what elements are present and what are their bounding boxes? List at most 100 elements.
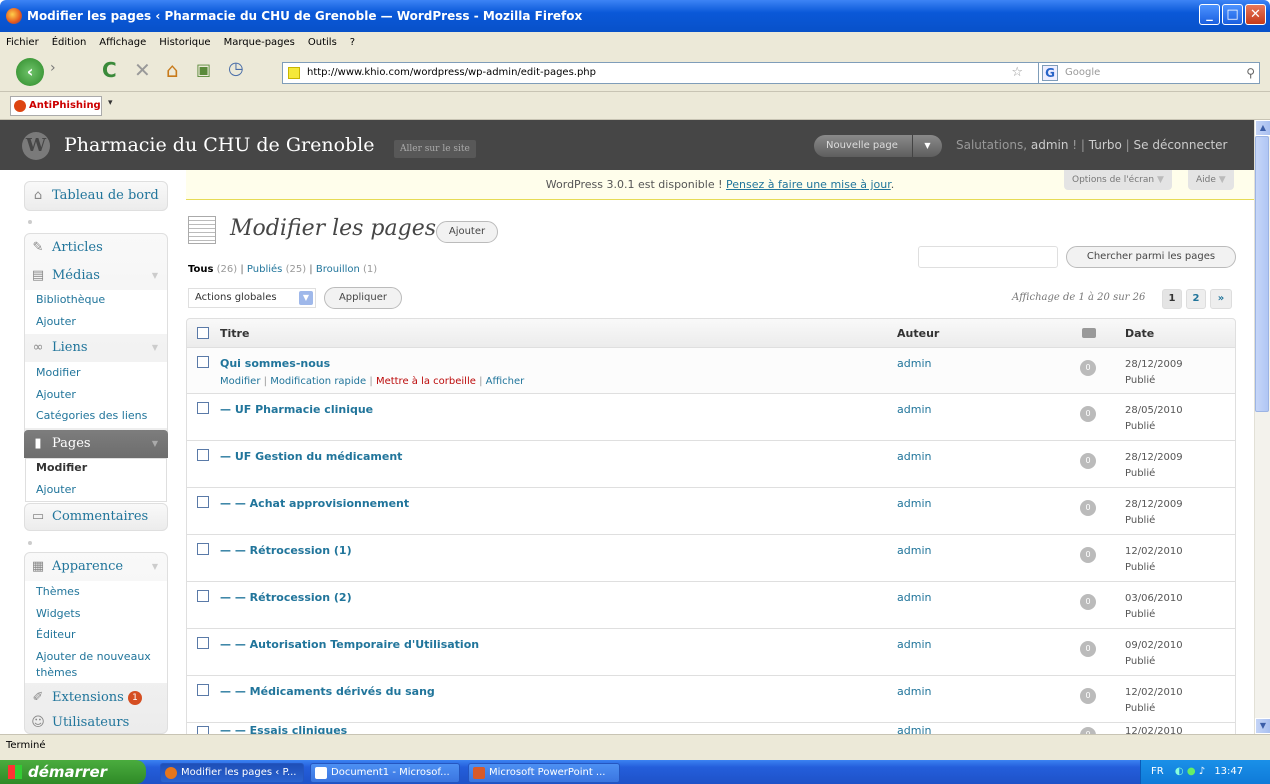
search-pages-button[interactable]: Chercher parmi les pages	[1066, 246, 1236, 268]
filter-published[interactable]: Publiés	[247, 264, 282, 275]
bulk-actions-select[interactable]: Actions globales ▼	[188, 288, 316, 308]
page-title-link[interactable]: — UF Pharmacie clinique	[220, 403, 373, 416]
table-row[interactable]: — — Achat approvisionnement admin 0 28/1…	[186, 488, 1236, 535]
sidebar-item-add-themes-line2[interactable]: thèmes	[36, 666, 77, 679]
select-all-checkbox[interactable]	[197, 327, 209, 339]
sidebar-item-pages[interactable]: ▮ Pages ▼	[24, 430, 168, 458]
taskbar-item-word[interactable]: Document1 - Microsof...	[310, 763, 460, 783]
menu-marque-pages[interactable]: Marque-pages	[224, 37, 295, 48]
turbo-link[interactable]: Turbo	[1089, 138, 1122, 152]
reload-icon[interactable]: C	[102, 58, 117, 82]
chevron-down-icon[interactable]: ▼	[152, 553, 158, 581]
page-title-link[interactable]: — — Rétrocession (2)	[220, 591, 352, 604]
menu-fichier[interactable]: Fichier	[6, 37, 39, 48]
comment-count-badge[interactable]: 0	[1080, 594, 1096, 610]
table-row[interactable]: Qui sommes-nous Modifier | Modification …	[186, 348, 1236, 394]
author-link[interactable]: admin	[897, 403, 931, 416]
sidebar-item-extensions[interactable]: ✐ Extensions 1	[24, 684, 168, 712]
url-bar[interactable]: http://www.khio.com/wordpress/wp-admin/e…	[282, 62, 1042, 84]
sidebar-item-utilisateurs[interactable]: ☺ Utilisateurs	[24, 712, 168, 734]
row-checkbox[interactable]	[197, 402, 209, 414]
menu-historique[interactable]: Historique	[159, 37, 210, 48]
bookmark-add-icon[interactable]: ▣	[196, 60, 211, 79]
page-title-link[interactable]: — — Achat approvisionnement	[220, 497, 409, 510]
table-row[interactable]: — — Médicaments dérivés du sang admin 0 …	[186, 676, 1236, 723]
update-link[interactable]: Pensez à faire une mise à jour	[726, 178, 891, 191]
google-icon[interactable]: G	[1042, 65, 1058, 81]
page-title-link[interactable]: — UF Gestion du médicament	[220, 450, 402, 463]
author-link[interactable]: admin	[897, 357, 931, 370]
row-checkbox[interactable]	[197, 496, 209, 508]
chevron-down-icon[interactable]: ▼	[152, 262, 158, 290]
logout-link[interactable]: Se déconnecter	[1134, 138, 1228, 152]
wordpress-logo-icon[interactable]: W	[22, 132, 50, 160]
trash-link[interactable]: Mettre à la corbeille	[376, 376, 476, 387]
row-checkbox[interactable]	[197, 726, 209, 734]
scrollbar-thumb[interactable]	[1255, 136, 1269, 412]
sidebar-item-ajouter-lien[interactable]: Ajouter	[36, 388, 76, 401]
next-page-link[interactable]: »	[1210, 289, 1232, 309]
scroll-up-icon[interactable]: ▲	[1255, 120, 1270, 136]
user-link[interactable]: admin	[1031, 138, 1069, 152]
antiphishing-dropdown-icon[interactable]: ▾	[108, 98, 113, 108]
row-checkbox[interactable]	[197, 356, 209, 368]
page-title-link[interactable]: — — Rétrocession (1)	[220, 544, 352, 557]
page-title-link[interactable]: — — Essais cliniques	[220, 724, 347, 734]
sidebar-item-medias[interactable]: ▤ Médias ▼	[24, 262, 168, 290]
page-title-link[interactable]: — — Médicaments dérivés du sang	[220, 685, 435, 698]
page-number-link[interactable]: 2	[1186, 289, 1206, 309]
comment-count-badge[interactable]: 0	[1080, 360, 1096, 376]
edit-link[interactable]: Modifier	[220, 376, 260, 387]
sidebar-item-categories-liens[interactable]: Catégories des liens	[36, 409, 147, 422]
quick-edit-link[interactable]: Modification rapide	[270, 376, 366, 387]
comment-count-badge[interactable]: 0	[1080, 641, 1096, 657]
sidebar-item-apparence[interactable]: ▦ Apparence ▼	[24, 553, 168, 581]
close-button[interactable]: ✕	[1245, 4, 1266, 25]
view-link[interactable]: Afficher	[486, 376, 525, 387]
taskbar-item-firefox[interactable]: Modifier les pages ‹ P...	[160, 763, 304, 783]
table-row[interactable]: — — Rétrocession (2) admin 0 03/06/2010 P…	[186, 582, 1236, 629]
start-button[interactable]: démarrer	[0, 760, 146, 784]
filter-all[interactable]: Tous	[188, 264, 213, 275]
table-row[interactable]: — UF Gestion du médicament admin 0 28/12…	[186, 441, 1236, 488]
comment-count-badge[interactable]: 0	[1080, 547, 1096, 563]
page-title-link[interactable]: — — Autorisation Temporaire d'Utilisatio…	[220, 638, 479, 651]
comment-count-badge[interactable]: 0	[1080, 453, 1096, 469]
search-pages-input[interactable]	[918, 246, 1058, 268]
chevron-down-icon[interactable]: ▼	[152, 334, 158, 362]
author-link[interactable]: admin	[897, 591, 931, 604]
sidebar-item-themes[interactable]: Thèmes	[36, 585, 80, 598]
menu-outils[interactable]: Outils	[308, 37, 337, 48]
sidebar-item-modifier-liens[interactable]: Modifier	[36, 366, 80, 379]
menu-help[interactable]: ?	[350, 37, 355, 48]
home-icon[interactable]: ⌂	[166, 58, 179, 82]
sidebar-item-dashboard[interactable]: ⌂ Tableau de bord	[24, 182, 168, 210]
volume-icon[interactable]: ♪	[1199, 766, 1205, 777]
author-link[interactable]: admin	[897, 685, 931, 698]
row-checkbox[interactable]	[197, 684, 209, 696]
author-link[interactable]: admin	[897, 544, 931, 557]
new-page-button[interactable]: Nouvelle page ▼	[814, 135, 942, 157]
comment-count-badge[interactable]: 0	[1080, 500, 1096, 516]
forward-icon[interactable]: ›	[50, 60, 56, 76]
taskbar-item-powerpoint[interactable]: Microsoft PowerPoint ...	[468, 763, 620, 783]
scroll-down-icon[interactable]: ▼	[1255, 718, 1270, 734]
maximize-button[interactable]: □	[1222, 4, 1243, 25]
row-checkbox[interactable]	[197, 637, 209, 649]
sidebar-item-liens[interactable]: ∞ Liens ▼	[24, 334, 168, 362]
sidebar-item-modifier-pages[interactable]: Modifier	[36, 461, 87, 474]
visit-site-button[interactable]: Aller sur le site	[394, 140, 476, 158]
sidebar-item-bibliotheque[interactable]: Bibliothèque	[36, 293, 105, 306]
author-link[interactable]: admin	[897, 638, 931, 651]
window-title-bar[interactable]: Modifier les pages ‹ Pharmacie du CHU de…	[0, 0, 1270, 32]
search-icon[interactable]: ⚲	[1246, 63, 1255, 83]
row-checkbox[interactable]	[197, 449, 209, 461]
menu-affichage[interactable]: Affichage	[99, 37, 146, 48]
sidebar-item-add-themes[interactable]: Ajouter de nouveaux	[36, 650, 151, 663]
sidebar-item-ajouter-media[interactable]: Ajouter	[36, 315, 76, 328]
author-link[interactable]: admin	[897, 450, 931, 463]
page-title-link[interactable]: Qui sommes-nous	[220, 357, 330, 370]
screen-options-button[interactable]: Options de l'écran ▼	[1064, 170, 1172, 190]
sidebar-item-commentaires[interactable]: ▭ Commentaires	[24, 503, 168, 531]
comment-count-badge[interactable]: 0	[1080, 688, 1096, 704]
